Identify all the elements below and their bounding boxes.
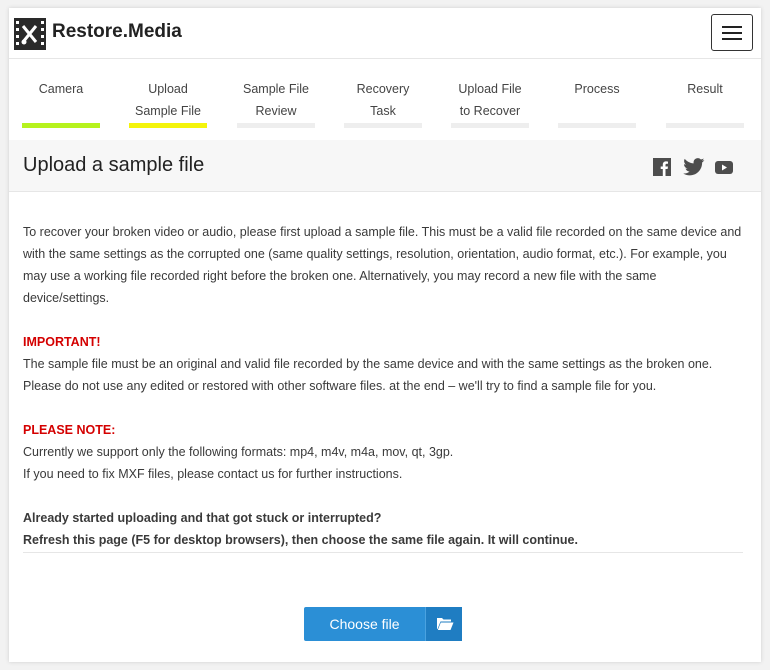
step-bar (558, 123, 636, 128)
folder-open-icon (425, 607, 462, 641)
step-camera: Camera (22, 78, 100, 128)
hamburger-icon (722, 26, 742, 28)
step-result: Result (666, 78, 744, 128)
step-bar (666, 123, 744, 128)
divider (23, 552, 743, 553)
important-label: IMPORTANT! (23, 335, 101, 349)
note-line: Currently we support only the following … (23, 445, 454, 459)
step-recovery-task: Recovery Task (344, 78, 422, 128)
stuck-question: Already started uploading and that got s… (23, 511, 382, 525)
choose-file-label: Choose file (329, 616, 400, 632)
logo-icon[interactable] (14, 18, 46, 50)
step-bar (22, 123, 100, 128)
facebook-icon[interactable] (653, 158, 671, 176)
stuck-instruction: Refresh this page (F5 for desktop browse… (23, 533, 578, 547)
page-title: Upload a sample file (23, 154, 205, 176)
choose-file-button[interactable]: Choose file (304, 607, 462, 641)
twitter-icon[interactable] (683, 158, 705, 176)
important-text: The sample file must be an original and … (23, 357, 713, 393)
step-bar (129, 123, 207, 128)
site-header: Restore.Media (9, 8, 761, 59)
progress-steps: Camera Upload Sample File Sample File Re… (22, 78, 744, 138)
step-sample-review: Sample File Review (237, 78, 315, 128)
main-card: Restore.Media Camera Upload Sample File … (9, 8, 761, 662)
step-upload-recover: Upload File to Recover (451, 78, 529, 128)
intro-text: To recover your broken video or audio, p… (23, 225, 742, 305)
note-line: If you need to fix MXF files, please con… (23, 467, 403, 481)
instructions: To recover your broken video or audio, p… (23, 221, 745, 551)
note-label: PLEASE NOTE: (23, 423, 116, 437)
title-bar: Upload a sample file (9, 140, 761, 192)
menu-button[interactable] (711, 14, 753, 51)
step-upload-sample: Upload Sample File (129, 78, 207, 128)
step-bar (344, 123, 422, 128)
step-bar (451, 123, 529, 128)
step-bar (237, 123, 315, 128)
step-process: Process (558, 78, 636, 128)
brand-name[interactable]: Restore.Media (52, 21, 182, 43)
youtube-icon[interactable] (715, 161, 733, 174)
